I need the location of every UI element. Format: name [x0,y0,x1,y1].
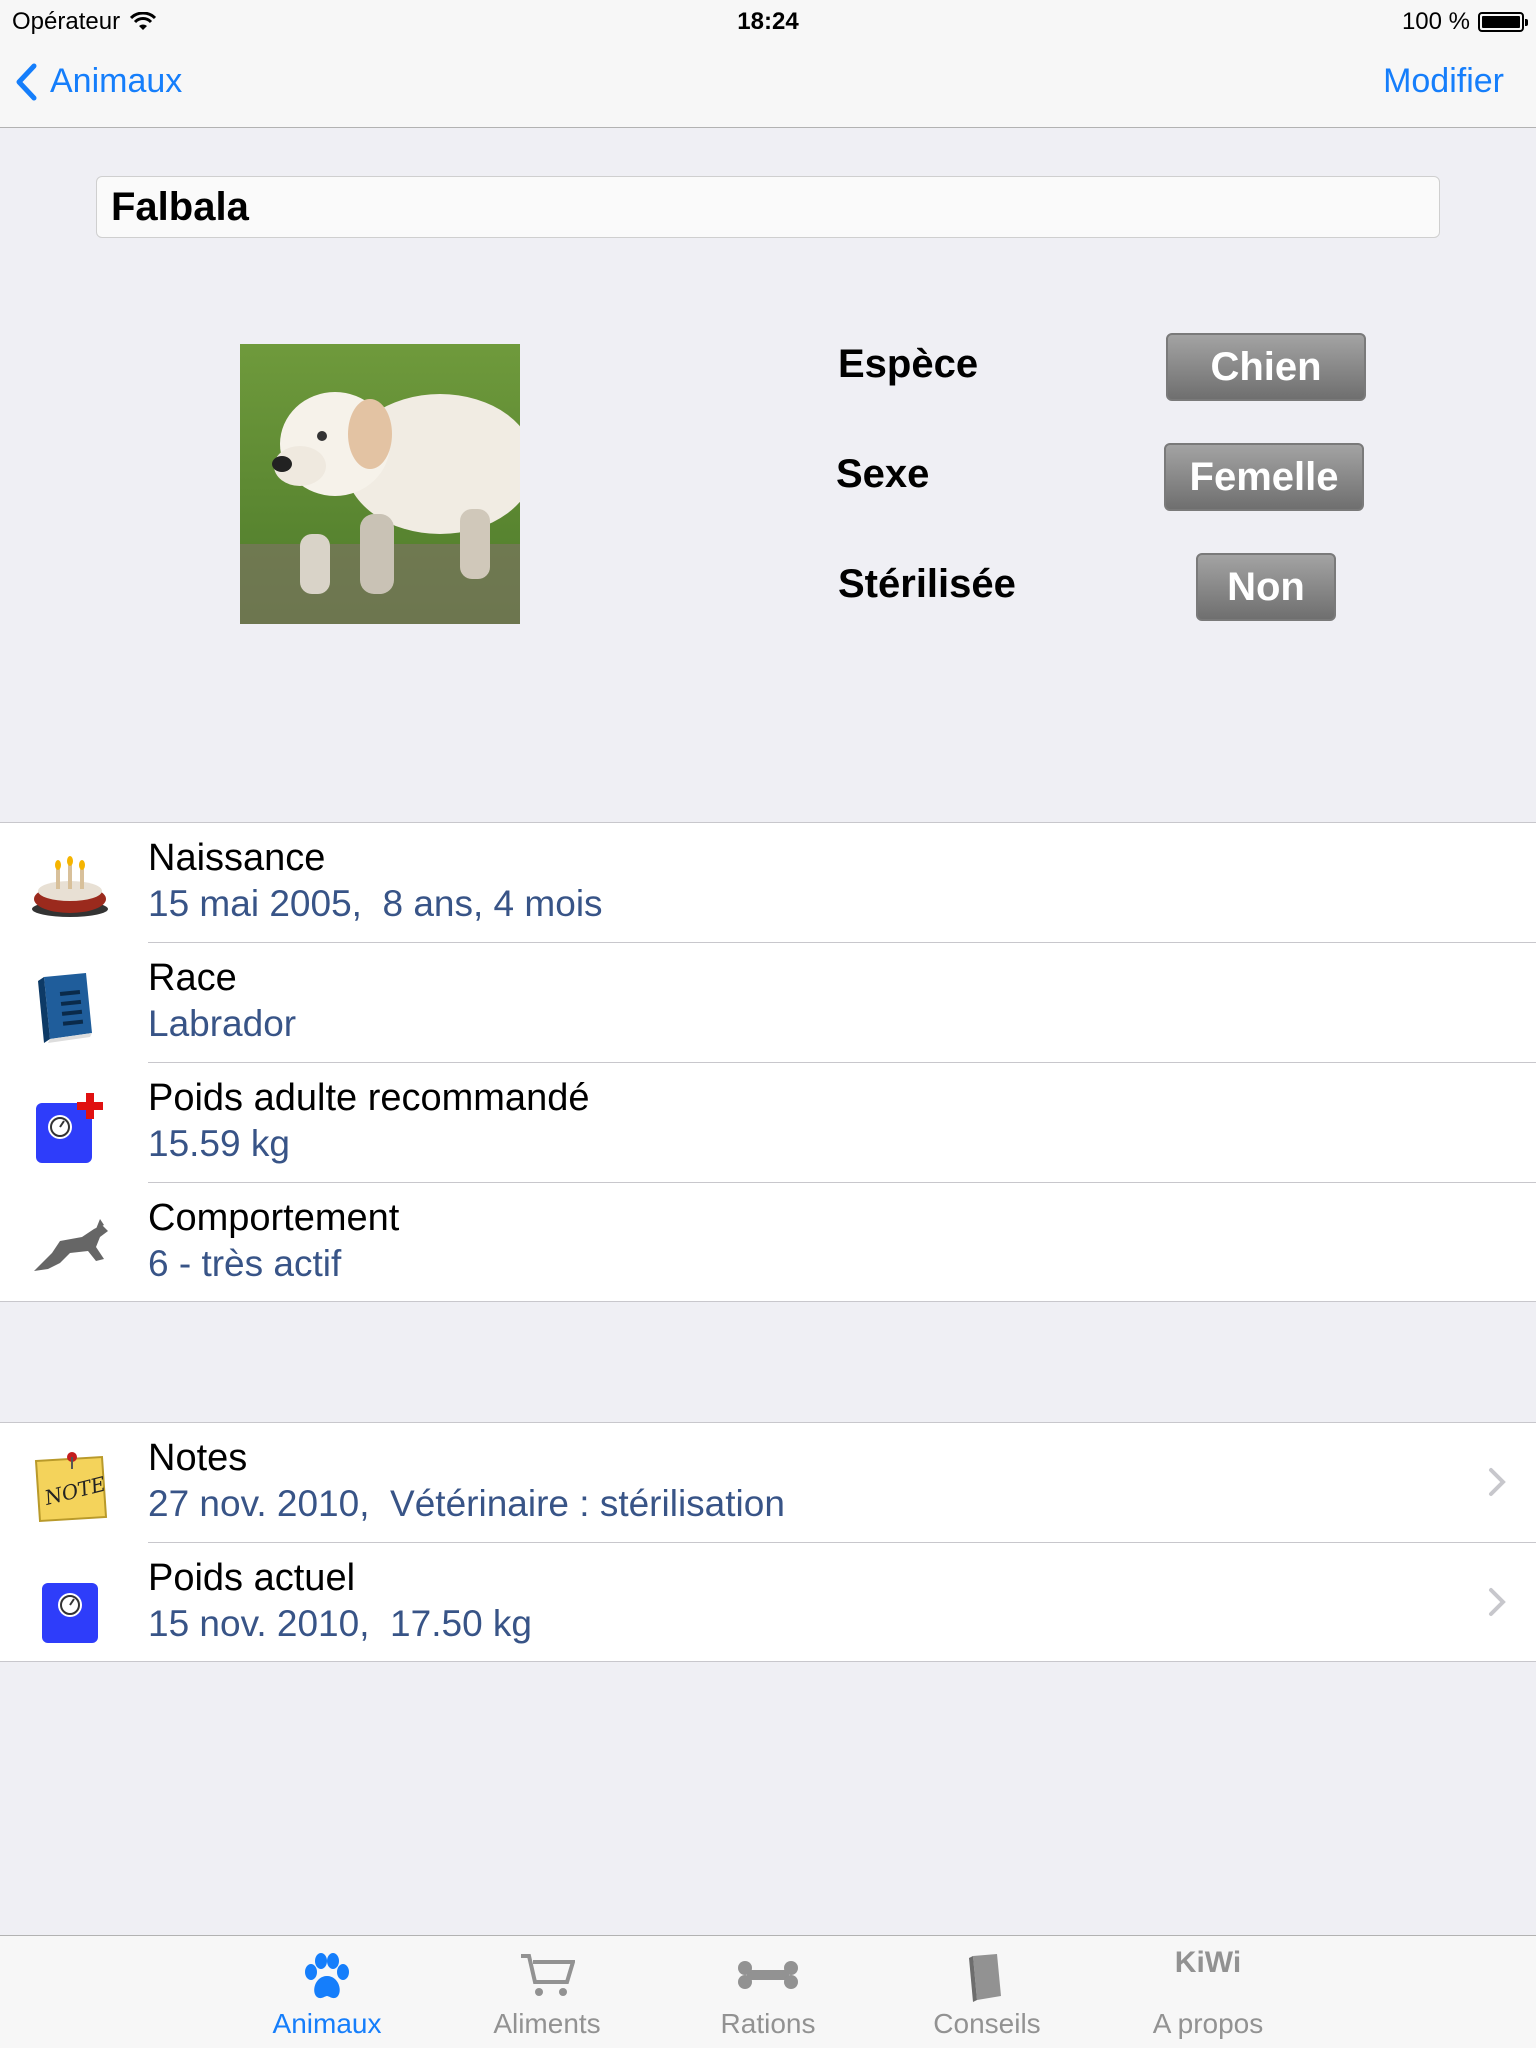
list-item-notes[interactable]: NOTE Notes 27 nov. 2010, Vétérinaire : s… [0,1423,1536,1543]
animal-photo[interactable] [240,344,520,624]
list-item-title: Poids adulte recommandé [148,1077,590,1119]
tab-rations[interactable]: Rations [658,1936,878,2048]
chevron-right-icon [1489,1468,1506,1496]
status-bar: Opérateur 18:24 100 % [0,0,1536,40]
clock: 18:24 [737,8,799,35]
tab-label: Aliments [493,2008,601,2039]
note-icon: NOTE [34,1452,108,1523]
paw-icon [305,1953,349,1999]
battery-icon [1478,12,1528,32]
list-item-title: Naissance [148,837,326,879]
list-item-detail: Labrador [148,1003,297,1044]
bone-icon [738,1961,798,1989]
tab-conseils[interactable]: Conseils [877,1936,1097,2048]
sex-label: Sexe [836,452,930,496]
scale-plus-icon [36,1093,103,1163]
sterilized-label: Stérilisée [838,562,1016,606]
scale-icon [42,1583,98,1643]
list-item-title: Comportement [148,1197,400,1239]
battery-indicator: 100 % [1401,8,1528,36]
animal-name: Falbala [111,184,249,229]
tab-animaux[interactable]: Animaux [217,1936,437,2048]
list-item-detail: 15.59 kg [148,1123,290,1164]
chevron-right-icon [1489,1588,1506,1616]
back-button[interactable]: Animaux [14,62,182,101]
cart-icon [521,1954,575,1996]
edit-button[interactable]: Modifier [1383,62,1504,101]
list-item-detail: 15 mai 2005, 8 ans, 4 mois [148,883,603,924]
list-item-breed[interactable]: Race Labrador [0,943,1536,1063]
list-item-detail: 27 nov. 2010, Vétérinaire : stérilisatio… [148,1483,785,1524]
sterilized-button[interactable]: Non [1196,553,1336,621]
list-item-title: Notes [148,1437,248,1479]
tab-aliments[interactable]: Aliments [437,1936,657,2048]
dog-photo [240,344,520,624]
species-button[interactable]: Chien [1166,333,1366,401]
book-icon [969,1954,1001,2002]
running-dog-icon [34,1219,108,1271]
sex-button[interactable]: Femelle [1164,443,1364,511]
tab-label: A propos [1152,2008,1264,2039]
list-item-current-weight[interactable]: Poids actuel 15 nov. 2010, 17.50 kg [0,1543,1536,1663]
back-button-label: Animaux [50,62,183,100]
navigation-bar: Animaux Modifier [0,40,1536,128]
book-icon [38,973,92,1043]
list-item-recommended-weight[interactable]: Poids adulte recommandé 15.59 kg [0,1063,1536,1183]
history-list: NOTE Notes 27 nov. 2010, Vétérinaire : s… [0,1422,1536,1662]
tab-a-propos[interactable]: KiWi A propos [1098,1936,1318,2048]
tab-label: Rations [720,2008,816,2039]
list-item-detail: 6 - très actif [148,1243,342,1284]
tab-bar: Animaux Aliments Rations Conseils KiWi A… [0,1935,1536,2048]
animal-name-field[interactable]: Falbala [96,176,1440,238]
list-item-title: Race [148,957,237,999]
list-item-title: Poids actuel [148,1557,356,1599]
list-item-detail: 15 nov. 2010, 17.50 kg [148,1603,533,1644]
kiwi-icon: KiWi [1174,1946,1242,1979]
info-list: Naissance 15 mai 2005, 8 ans, 4 mois Rac… [0,822,1536,1302]
list-item-behavior[interactable]: Comportement 6 - très actif [0,1183,1536,1303]
species-label: Espèce [838,342,979,386]
tab-label: Animaux [272,2008,382,2039]
battery-percent: 100 % [1401,8,1470,35]
chevron-left-icon [16,63,37,100]
birthday-cake-icon [32,856,108,917]
list-item-birth[interactable]: Naissance 15 mai 2005, 8 ans, 4 mois [0,823,1536,943]
tab-label: Conseils [933,2008,1041,2039]
